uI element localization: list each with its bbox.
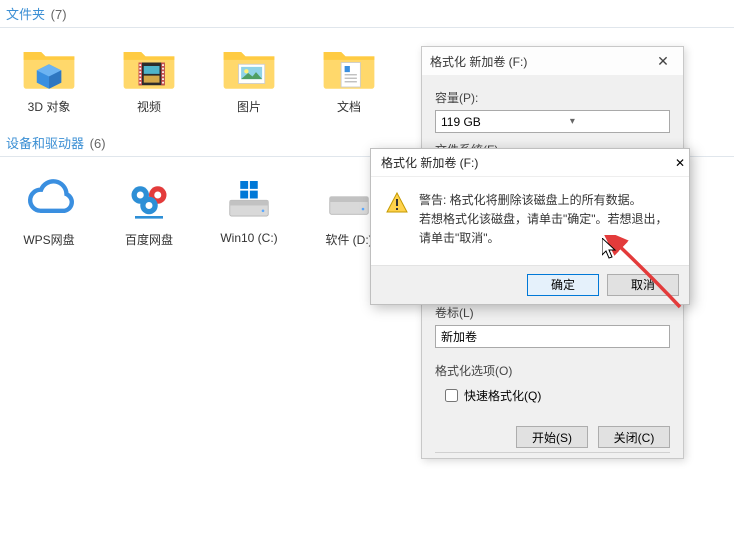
alert-close-button[interactable]: ✕ [675, 156, 685, 170]
alert-body: 警告: 格式化将删除该磁盘上的所有数据。 若想格式化该磁盘，请单击"确定"。若想… [371, 177, 689, 265]
alert-line-1: 警告: 格式化将删除该磁盘上的所有数据。 [419, 191, 675, 210]
quick-format-checkbox[interactable]: 快速格式化(Q) [445, 387, 670, 404]
alert-message: 警告: 格式化将删除该磁盘上的所有数据。 若想格式化该磁盘，请单击"确定"。若想… [419, 191, 675, 249]
alert-title: 格式化 新加卷 (F:) [381, 154, 675, 171]
close-icon: ✕ [657, 53, 669, 70]
folder-icon [220, 40, 278, 92]
close-button[interactable]: ✕ [649, 50, 677, 72]
alert-line-2: 若想格式化该磁盘，请单击"确定"。若想退出，请单击"取消"。 [419, 210, 675, 248]
format-dialog-title: 格式化 新加卷 (F:) [430, 53, 649, 70]
baidu-netdisk-icon [121, 171, 177, 225]
section-title: 设备和驱动器 [6, 136, 84, 151]
folder-label: 图片 [237, 98, 261, 115]
alert-dialog: 格式化 新加卷 (F:) ✕ 警告: 格式化将删除该磁盘上的所有数据。 若想格式… [370, 148, 690, 305]
volume-input[interactable] [435, 325, 670, 348]
capacity-select[interactable]: 119 GB ▾ [435, 110, 670, 133]
drive-wps[interactable]: WPS网盘 [14, 171, 84, 248]
drive-c[interactable]: Win10 (C:) [214, 171, 284, 248]
capacity-value: 119 GB [441, 115, 481, 129]
warning-icon [385, 191, 409, 249]
close-icon: ✕ [675, 156, 685, 170]
folder-label: 视频 [137, 98, 161, 115]
start-button[interactable]: 开始(S) [516, 426, 588, 448]
folder-label: 文档 [337, 98, 361, 115]
drive-label: 百度网盘 [125, 231, 173, 248]
chevron-down-icon: ▾ [570, 116, 575, 127]
system-drive-icon [221, 171, 277, 225]
hard-drive-icon [321, 171, 377, 225]
folder-icon [20, 40, 78, 92]
capacity-label: 容量(P): [435, 89, 670, 106]
folder-3d-objects[interactable]: 3D 对象 [14, 40, 84, 115]
ok-button[interactable]: 确定 [527, 274, 599, 296]
drive-label: WPS网盘 [23, 231, 74, 248]
drive-baidu[interactable]: 百度网盘 [114, 171, 184, 248]
section-count: (6) [90, 136, 106, 151]
format-options-label: 格式化选项(O) [435, 362, 670, 379]
folder-icon [120, 40, 178, 92]
section-count: (7) [51, 7, 67, 22]
drive-label: Win10 (C:) [220, 231, 277, 245]
section-title: 文件夹 [6, 7, 45, 22]
section-header-folders: 文件夹 (7) [0, 0, 734, 28]
folder-label: 3D 对象 [28, 98, 71, 115]
folder-videos[interactable]: 视频 [114, 40, 184, 115]
format-dialog-buttons: 开始(S) 关闭(C) [516, 426, 670, 448]
folder-documents[interactable]: 文档 [314, 40, 384, 115]
drive-label: 软件 (D:) [325, 231, 372, 248]
alert-titlebar[interactable]: 格式化 新加卷 (F:) ✕ [371, 149, 689, 177]
close-dialog-button[interactable]: 关闭(C) [598, 426, 670, 448]
cloud-icon [21, 171, 77, 225]
folder-icon [320, 40, 378, 92]
cancel-button[interactable]: 取消 [607, 274, 679, 296]
folder-pictures[interactable]: 图片 [214, 40, 284, 115]
quick-format-input[interactable] [445, 389, 458, 402]
divider [435, 452, 670, 453]
alert-buttons: 确定 取消 [371, 265, 689, 304]
format-dialog-titlebar[interactable]: 格式化 新加卷 (F:) ✕ [422, 47, 683, 75]
volume-label: 卷标(L) [435, 304, 670, 321]
quick-format-label: 快速格式化(Q) [464, 387, 541, 404]
